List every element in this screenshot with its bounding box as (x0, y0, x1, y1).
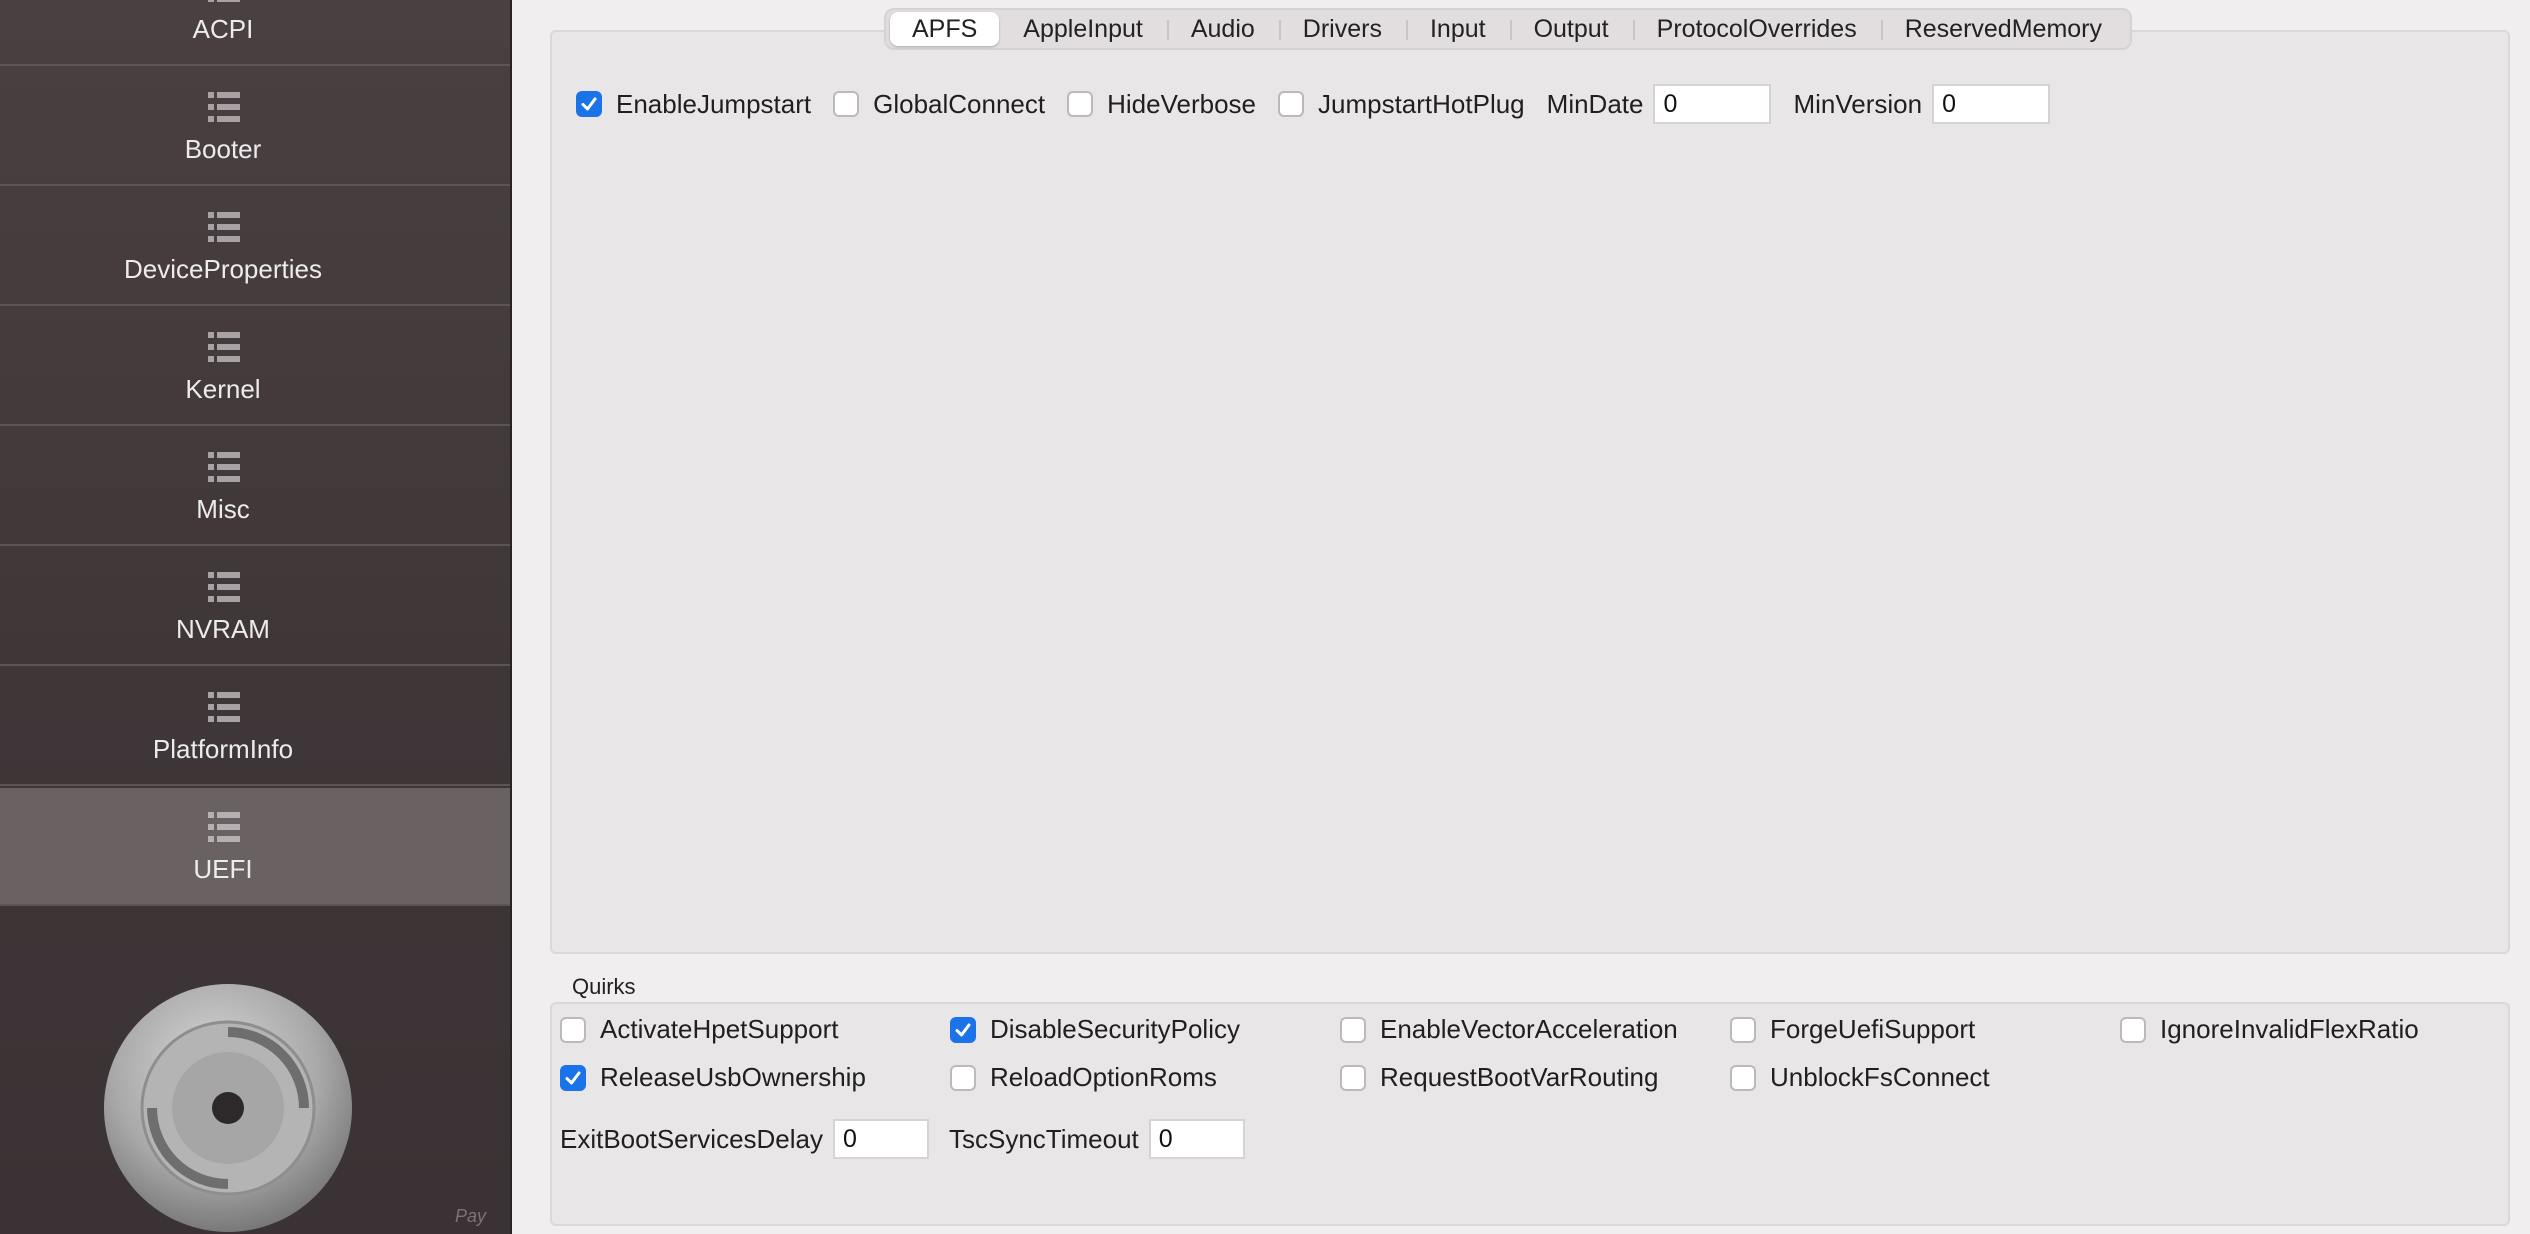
apfs-options-row: EnableJumpstart GlobalConnect HideVerbos… (576, 84, 2051, 124)
tab-input[interactable]: Input (1405, 12, 1510, 46)
tab-bar: APFS AppleInput Audio Drivers Input Outp… (884, 8, 2132, 50)
sidebar-item-booter[interactable]: Booter (0, 68, 510, 186)
tab-reservedmemory[interactable]: ReservedMemory (1880, 12, 2126, 46)
list-icon (208, 332, 240, 362)
list-icon (208, 212, 240, 242)
quirk-activatehpetsupport: ActivateHpetSupport (560, 1014, 838, 1045)
enable-jumpstart-checkbox[interactable] (576, 91, 602, 117)
global-connect-label: GlobalConnect (873, 88, 1046, 119)
tab-appleinput[interactable]: AppleInput (999, 12, 1167, 46)
ignore-invalid-flex-ratio-checkbox[interactable] (2120, 1016, 2146, 1043)
quirk-label: RequestBootVarRouting (1380, 1062, 1659, 1092)
tsc-sync-timeout-label: TscSyncTimeout (949, 1123, 1139, 1154)
tab-protocoloverrides[interactable]: ProtocolOverrides (1632, 12, 1881, 46)
jumpstart-hotplug-label: JumpstartHotPlug (1318, 88, 1525, 119)
sidebar-item-label: Kernel (185, 374, 261, 404)
sidebar-item-label: PlatformInfo (152, 734, 294, 764)
quirk-enablevectoracceleration: EnableVectorAcceleration (1340, 1014, 1678, 1045)
sidebar: ACPI Booter DeviceProperties Kernel Misc… (0, 0, 512, 1234)
tsc-sync-timeout-field[interactable] (1148, 1119, 1245, 1159)
tab-drivers[interactable]: Drivers (1278, 12, 1406, 46)
quirk-label: ReloadOptionRoms (990, 1062, 1217, 1092)
release-usb-ownership-checkbox[interactable] (560, 1064, 586, 1091)
quirk-forgeuefisupport: ForgeUefiSupport (1730, 1014, 1975, 1045)
sidebar-item-label: DeviceProperties (124, 254, 322, 284)
quirk-label: UnblockFsConnect (1770, 1062, 1990, 1092)
tab-output[interactable]: Output (1509, 12, 1633, 46)
sidebar-item-nvram[interactable]: NVRAM (0, 548, 510, 666)
quirk-label: ReleaseUsbOwnership (600, 1062, 866, 1092)
quirk-label: ActivateHpetSupport (600, 1014, 839, 1044)
forge-uefi-support-checkbox[interactable] (1730, 1016, 1756, 1043)
exit-boot-services-delay-field[interactable] (833, 1119, 929, 1159)
list-icon (208, 452, 240, 482)
list-icon (208, 92, 240, 122)
checkmark-icon (581, 97, 597, 111)
request-boot-var-routing-checkbox[interactable] (1340, 1064, 1366, 1091)
enable-jumpstart-label: EnableJumpstart (616, 88, 812, 119)
quirk-unblockfsconnect: UnblockFsConnect (1730, 1062, 1990, 1093)
footer-text: Pay (455, 1206, 487, 1226)
quirk-label: DisableSecurityPolicy (990, 1014, 1240, 1044)
sidebar-item-kernel[interactable]: Kernel (0, 308, 510, 426)
tab-apfs[interactable]: APFS (890, 12, 1000, 46)
jumpstart-hotplug-checkbox[interactable] (1278, 91, 1304, 117)
sidebar-item-uefi[interactable]: UEFI (0, 788, 510, 906)
quirk-requestbootvarrouting: RequestBootVarRouting (1340, 1062, 1658, 1093)
quirk-ignoreinvalidflexratio: IgnoreInvalidFlexRatio (2120, 1014, 2419, 1045)
quirks-numeric-row: ExitBootServicesDelay TscSyncTimeout (560, 1119, 1245, 1159)
quirk-label: ForgeUefiSupport (1770, 1014, 1976, 1044)
exit-boot-services-delay-label: ExitBootServicesDelay (560, 1123, 823, 1154)
list-icon (208, 692, 240, 722)
sidebar-item-label: NVRAM (176, 614, 270, 644)
min-date-field[interactable] (1653, 84, 1772, 124)
sidebar-item-label: Misc (196, 494, 250, 524)
sidebar-item-acpi[interactable]: ACPI (0, 0, 510, 66)
sidebar-item-label: ACPI (192, 14, 254, 44)
min-version-label: MinVersion (1793, 88, 1923, 119)
sidebar-item-misc[interactable]: Misc (0, 428, 510, 546)
list-icon (208, 0, 240, 2)
global-connect-checkbox[interactable] (833, 91, 860, 117)
quirk-disablesecuritypolicy: DisableSecurityPolicy (950, 1014, 1240, 1045)
quirk-releaseusbownership: ReleaseUsbOwnership (560, 1062, 866, 1093)
sidebar-item-label: Booter (184, 134, 262, 164)
unblock-fs-connect-checkbox[interactable] (1730, 1064, 1756, 1091)
sidebar-item-platforminfo[interactable]: PlatformInfo (0, 668, 510, 786)
hide-verbose-checkbox[interactable] (1067, 91, 1094, 117)
sidebar-item-label: UEFI (193, 854, 253, 884)
hide-verbose-label: HideVerbose (1107, 88, 1256, 119)
quirk-reloadoptionroms: ReloadOptionRoms (950, 1062, 1217, 1093)
activate-hpet-support-checkbox[interactable] (560, 1016, 586, 1043)
reload-option-roms-checkbox[interactable] (950, 1064, 976, 1091)
disable-security-policy-checkbox[interactable] (950, 1016, 976, 1043)
quirk-label: EnableVectorAcceleration (1380, 1014, 1678, 1044)
checkmark-icon (565, 1071, 581, 1084)
checkmark-icon (955, 1023, 971, 1036)
quirks-title: Quirks (572, 974, 636, 999)
sidebar-item-deviceproperties[interactable]: DeviceProperties (0, 188, 510, 306)
list-icon (208, 572, 240, 602)
min-date-label: MinDate (1546, 88, 1644, 119)
enable-vector-acceleration-checkbox[interactable] (1340, 1016, 1366, 1043)
min-version-field[interactable] (1932, 84, 2051, 124)
apfs-panel (550, 30, 2510, 954)
quirk-label: IgnoreInvalidFlexRatio (2160, 1014, 2419, 1044)
gear-logo-icon (100, 980, 356, 1234)
list-icon (208, 812, 240, 842)
tab-audio[interactable]: Audio (1166, 12, 1279, 46)
